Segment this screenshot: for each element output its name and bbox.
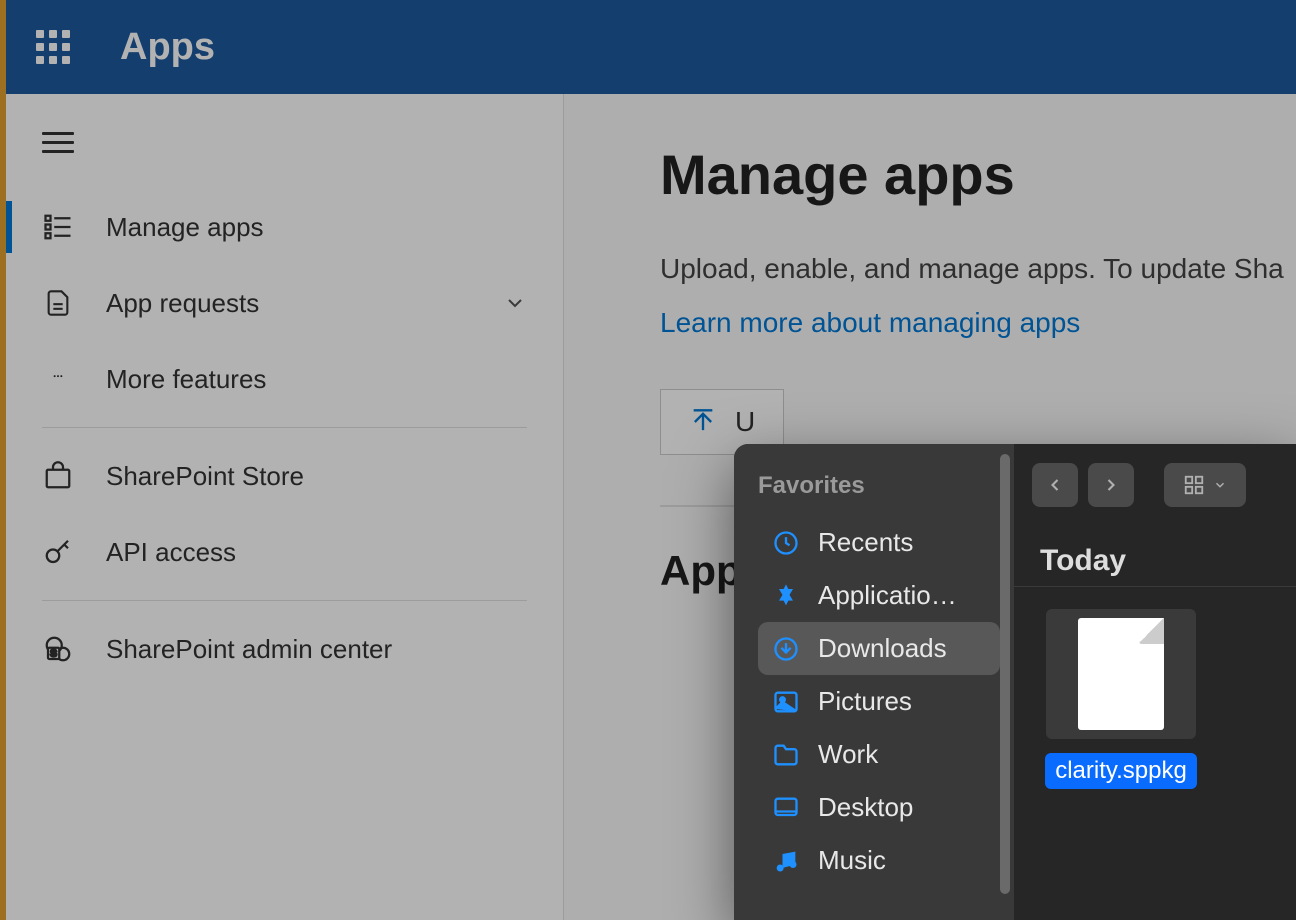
svg-text:S: S [50,649,57,660]
finder-item-label: Pictures [818,686,912,717]
waffle-icon[interactable] [36,30,70,64]
finder-item-pictures[interactable]: Pictures [758,675,1000,728]
favorites-header: Favorites [758,472,1000,500]
sidebar-item-app-requests[interactable]: App requests [6,265,563,341]
learn-more-link[interactable]: Learn more about managing apps [660,307,1080,339]
sidebar-item-api-access[interactable]: API access [6,514,563,590]
finder-section-header: Today [1014,526,1296,587]
sidebar-item-label: More features [106,364,527,395]
finder-file-grid: clarity.sppkg [1014,587,1296,811]
file-icon [1078,618,1164,730]
finder-item-label: Music [818,845,886,876]
sidebar-item-admin-center[interactable]: S SharePoint admin center [6,611,563,687]
upload-label: U [735,406,755,438]
forward-button[interactable] [1088,463,1134,507]
sharepoint-icon: S [42,633,74,665]
desktop-icon [772,794,800,822]
divider [42,600,527,601]
finder-item-label: Desktop [818,792,913,823]
download-icon [772,635,800,663]
sidebar: Manage apps App requests More features [6,94,564,920]
sidebar-item-label: SharePoint Store [106,461,527,492]
clock-icon [772,529,800,557]
page-description: Upload, enable, and manage apps. To upda… [660,253,1296,285]
sidebar-item-label: App requests [106,288,503,319]
sidebar-item-label: API access [106,537,527,568]
bag-icon [42,460,74,492]
upload-icon [689,408,717,436]
ellipsis-icon [42,363,74,395]
finder-item-downloads[interactable]: Downloads [758,622,1000,675]
list-icon [42,211,74,243]
chevron-down-icon [503,291,527,315]
folder-icon [772,741,800,769]
pictures-icon [772,688,800,716]
finder-item-desktop[interactable]: Desktop [758,781,1000,834]
finder-item-work[interactable]: Work [758,728,1000,781]
scrollbar[interactable] [1000,454,1010,894]
file-item-clarity[interactable]: clarity.sppkg [1042,609,1200,789]
divider [42,427,527,428]
page-title: Manage apps [660,142,1296,207]
chevron-left-icon [1045,475,1065,495]
hamburger-icon[interactable] [6,112,563,189]
view-mode-button[interactable] [1164,463,1246,507]
chevron-right-icon [1101,475,1121,495]
app-header: Apps [0,0,1296,94]
music-icon [772,847,800,875]
chevron-down-icon [1213,478,1227,492]
key-icon [42,536,74,568]
sidebar-item-label: Manage apps [106,212,527,243]
grid-icon [1183,474,1205,496]
file-name-label: clarity.sppkg [1045,753,1197,789]
finder-item-label: Work [818,739,878,770]
finder-main: Today clarity.sppkg [1014,444,1296,920]
finder-item-music[interactable]: Music [758,834,1000,887]
file-picker-dialog: Favorites Recents Applicatio… Downloads … [734,444,1296,920]
app-title: Apps [120,26,215,69]
finder-item-label: Applicatio… [818,580,957,611]
finder-item-applications[interactable]: Applicatio… [758,569,1000,622]
finder-item-label: Recents [818,527,913,558]
finder-toolbar [1014,444,1296,526]
applications-icon [772,582,800,610]
sidebar-item-more-features[interactable]: More features [6,341,563,417]
document-icon [42,287,74,319]
file-thumbnail [1046,609,1196,739]
finder-sidebar: Favorites Recents Applicatio… Downloads … [734,444,1014,920]
finder-item-label: Downloads [818,633,947,664]
sidebar-item-label: SharePoint admin center [106,634,527,665]
finder-item-recents[interactable]: Recents [758,516,1000,569]
sidebar-item-manage-apps[interactable]: Manage apps [6,189,563,265]
sidebar-item-sharepoint-store[interactable]: SharePoint Store [6,438,563,514]
back-button[interactable] [1032,463,1078,507]
